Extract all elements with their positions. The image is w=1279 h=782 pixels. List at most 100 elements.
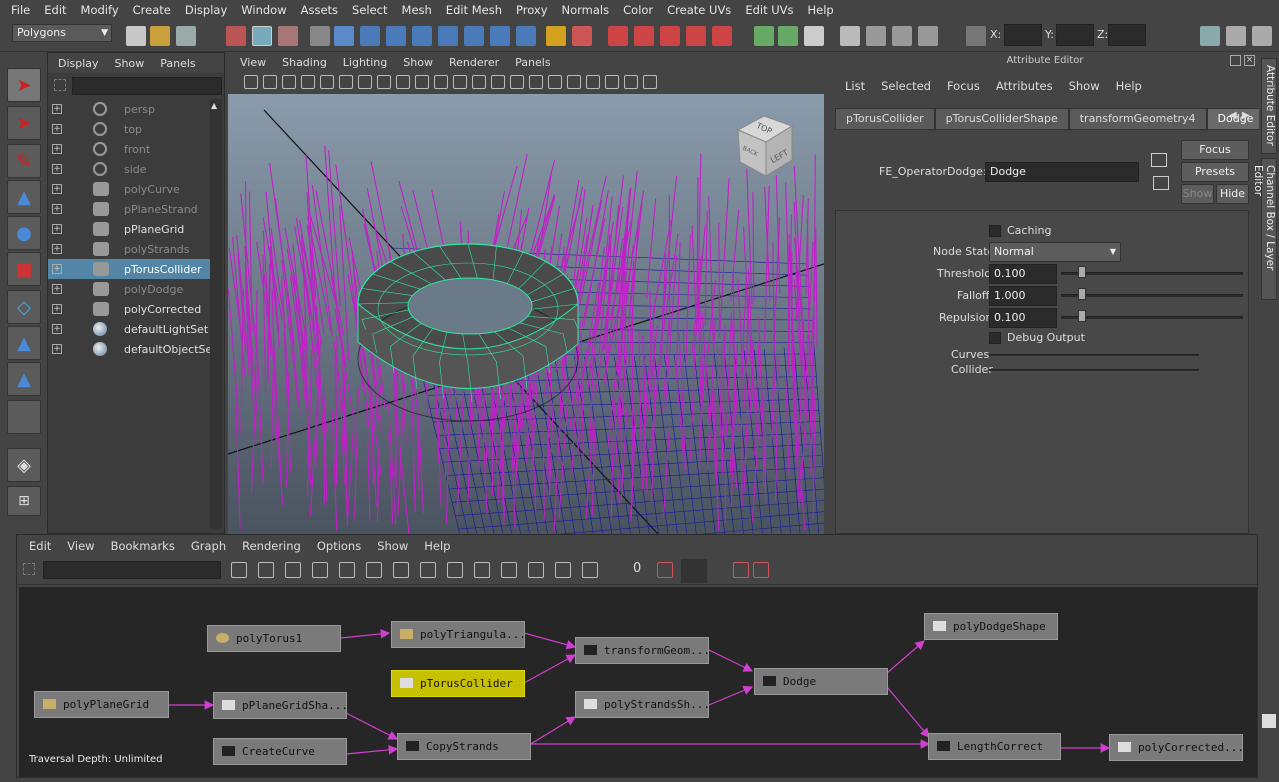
outliner-item[interactable]: + top xyxy=(48,119,210,139)
modeling-toolkit-icon[interactable] xyxy=(1200,26,1220,46)
input-connection-icon[interactable] xyxy=(1151,153,1167,167)
graph-depth-up-icon[interactable] xyxy=(657,562,673,578)
outliner-item[interactable]: + front xyxy=(48,139,210,159)
node-polydodgeshape[interactable]: polyDodgeShape xyxy=(924,613,1058,640)
share-icon[interactable] xyxy=(643,75,657,89)
ne-menu-options[interactable]: Options xyxy=(309,539,369,553)
z-field[interactable] xyxy=(1108,24,1146,46)
wireframe-on-shaded-icon[interactable] xyxy=(377,75,391,89)
snap-curve-icon[interactable] xyxy=(334,26,354,46)
attr-menu-attributes[interactable]: Attributes xyxy=(988,79,1061,93)
expand-icon[interactable]: + xyxy=(52,324,62,334)
snap-grid-icon[interactable] xyxy=(310,26,330,46)
search-options-icon[interactable] xyxy=(23,563,35,575)
node-lengthcorrect[interactable]: LengthCorrect xyxy=(928,733,1061,760)
x-field[interactable] xyxy=(1004,24,1042,46)
node-name-field[interactable]: Dodge xyxy=(985,162,1139,182)
menu-help[interactable]: Help xyxy=(801,3,841,17)
node-pplanegridshape[interactable]: pPlaneGridSha... xyxy=(213,692,347,719)
render-settings-icon[interactable] xyxy=(804,26,824,46)
menu-window[interactable]: Window xyxy=(234,3,293,17)
last-tool-icon[interactable] xyxy=(7,400,41,434)
soft-mod-tool-icon[interactable]: ▲ xyxy=(7,326,41,360)
node-ptoruscollider[interactable]: pTorusCollider xyxy=(391,670,525,697)
viewport-menu-view[interactable]: View xyxy=(232,56,274,69)
bookmark-icon[interactable] xyxy=(282,75,296,89)
menu-create[interactable]: Create xyxy=(126,3,178,17)
default-material-icon[interactable] xyxy=(529,75,543,89)
node-search-input[interactable] xyxy=(43,561,221,579)
snap-point-icon[interactable] xyxy=(360,26,380,46)
resolution-gate-icon[interactable] xyxy=(605,75,619,89)
attr-menu-list[interactable]: List xyxy=(837,79,873,93)
camera-select-icon[interactable] xyxy=(244,75,258,89)
menu-edit[interactable]: Edit xyxy=(37,3,73,17)
dg-nodes-icon[interactable] xyxy=(582,562,598,578)
snap-view-icon[interactable] xyxy=(386,26,406,46)
select-component-icon[interactable] xyxy=(278,26,298,46)
channel-box-toggle-icon[interactable] xyxy=(1252,26,1272,46)
tab-ptoruscollider[interactable]: pTorusCollider xyxy=(835,108,935,130)
collider-connection-field[interactable] xyxy=(989,369,1199,371)
lock-icon[interactable] xyxy=(546,26,566,46)
outliner-item[interactable]: + defaultLightSet xyxy=(48,319,210,339)
tab-ptoruscollidershape[interactable]: pTorusColliderShape xyxy=(934,108,1069,130)
caching-checkbox[interactable] xyxy=(989,225,1001,237)
threshold-slider[interactable] xyxy=(1061,272,1243,275)
threshold-slider-handle[interactable] xyxy=(1078,266,1086,278)
xray-icon[interactable] xyxy=(472,75,486,89)
lights-icon[interactable] xyxy=(415,75,429,89)
lasso-tool-icon[interactable]: ➤ xyxy=(7,106,41,140)
hypershade-icon[interactable] xyxy=(840,26,860,46)
shadows-icon[interactable] xyxy=(434,75,448,89)
full-mode-icon[interactable] xyxy=(501,562,517,578)
node-polyplanegrid[interactable]: polyPlaneGrid xyxy=(34,691,169,718)
expand-icon[interactable]: + xyxy=(52,204,62,214)
menu-file[interactable]: File xyxy=(4,3,37,17)
node-polystrandsshape[interactable]: polyStrandsSh... xyxy=(575,691,709,718)
wireframe-icon[interactable] xyxy=(339,75,353,89)
paint-select-tool-icon[interactable]: ✎ xyxy=(7,144,41,178)
save-scene-icon[interactable] xyxy=(176,26,196,46)
focus-button[interactable]: Focus xyxy=(1181,140,1249,160)
isolate-icon[interactable] xyxy=(491,75,505,89)
ne-menu-edit[interactable]: Edit xyxy=(21,539,59,553)
text-icon[interactable] xyxy=(453,75,467,89)
construction-history-icon[interactable] xyxy=(634,26,654,46)
ne-menu-bookmarks[interactable]: Bookmarks xyxy=(103,539,183,553)
clapboard-icon[interactable] xyxy=(866,26,886,46)
menu-proxy[interactable]: Proxy xyxy=(509,3,555,17)
viewport-menu-lighting[interactable]: Lighting xyxy=(335,56,395,69)
universal-manipulator-icon[interactable]: ◇ xyxy=(7,290,41,324)
node-dodge[interactable]: Dodge xyxy=(754,668,888,695)
node-polycorrected[interactable]: polyCorrected... xyxy=(1109,734,1243,761)
outliner-menu-display[interactable]: Display xyxy=(50,57,107,70)
smooth-shade-icon[interactable] xyxy=(358,75,372,89)
attr-menu-focus[interactable]: Focus xyxy=(939,79,988,93)
menu-set-selector[interactable]: Polygons ▼ xyxy=(12,24,112,42)
film-gate-icon[interactable] xyxy=(624,75,638,89)
viewport-canvas[interactable]: TOP LEFT BACK xyxy=(228,94,824,534)
clear-graph-icon[interactable] xyxy=(285,562,301,578)
expand-icon[interactable]: + xyxy=(52,184,62,194)
attr-menu-help[interactable]: Help xyxy=(1108,79,1150,93)
help-icon[interactable] xyxy=(516,26,536,46)
graph-depth-down-icon[interactable] xyxy=(733,562,749,578)
render-frame-icon[interactable] xyxy=(754,26,774,46)
outliner-item[interactable]: + polyCurve xyxy=(48,179,210,199)
show-manipulator-icon[interactable]: ▲ xyxy=(7,362,41,396)
grid-toggle-icon[interactable] xyxy=(320,75,334,89)
show-button[interactable]: Show xyxy=(1181,184,1214,204)
ne-menu-view[interactable]: View xyxy=(59,539,102,553)
outliner-item[interactable]: + polyStrands xyxy=(48,239,210,259)
new-scene-icon[interactable] xyxy=(126,26,146,46)
menu-normals[interactable]: Normals xyxy=(555,3,617,17)
debug-output-checkbox[interactable] xyxy=(989,332,1001,344)
close-icon[interactable]: × xyxy=(1244,55,1255,66)
float-panel-icon[interactable] xyxy=(1230,55,1241,66)
falloff-slider-handle[interactable] xyxy=(1078,288,1086,300)
paint-icon[interactable] xyxy=(918,26,938,46)
traversal-depth-field[interactable] xyxy=(681,559,707,583)
light-icon[interactable] xyxy=(548,75,562,89)
outliner-scrollbar[interactable]: ▲ xyxy=(210,99,222,529)
